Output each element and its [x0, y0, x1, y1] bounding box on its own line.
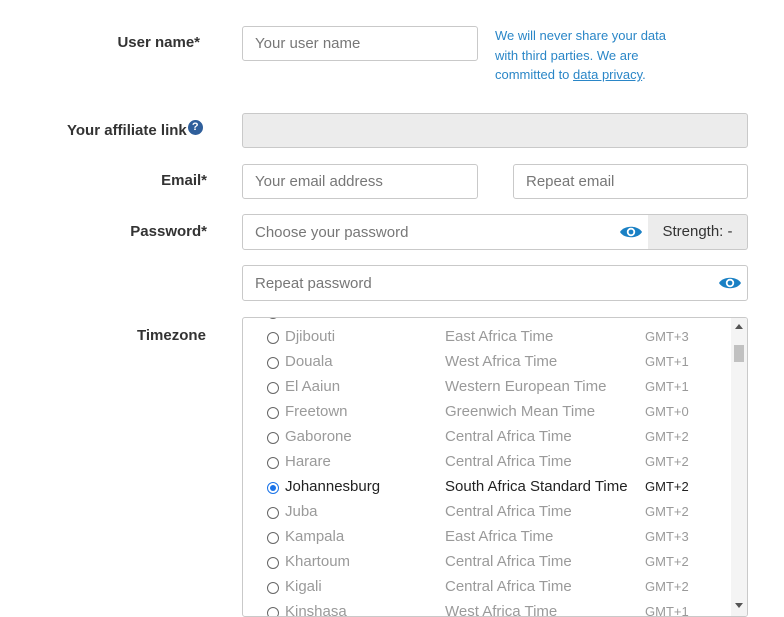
username-field-box	[242, 26, 478, 61]
radio-button[interactable]	[267, 407, 279, 419]
eye-icon[interactable]	[718, 274, 742, 292]
timezone-city: Kampala	[285, 528, 345, 545]
timezone-option-row[interactable]: Johannesburg South Africa Standard Time GM…	[243, 476, 731, 501]
affiliate-label: Your affiliate link	[67, 122, 187, 139]
timezone-option-row[interactable]: Djibouti East Africa Time GMT+3	[243, 326, 731, 351]
privacy-hint-end: .	[642, 67, 646, 82]
timezone-zone-name: South Africa Standard Time	[445, 478, 628, 495]
timezone-gmt-offset: GMT+1	[645, 604, 689, 617]
timezone-city: Johannesburg	[285, 478, 381, 495]
timezone-zone-name: East Africa Time	[445, 328, 554, 345]
password-label: Password*	[130, 223, 207, 240]
timezone-gmt-offset: GMT+1	[645, 379, 689, 394]
radio-button[interactable]	[267, 432, 279, 444]
timezone-gmt-offset: GMT+2	[645, 504, 689, 519]
timezone-city: Gaborone	[285, 428, 352, 445]
timezone-option-row[interactable]: Kinshasa West Africa Time GMT+1	[243, 601, 731, 617]
timezone-zone-name: Central Africa Time	[445, 578, 572, 595]
scroll-down-arrow-icon[interactable]	[735, 603, 743, 608]
password-input[interactable]	[243, 215, 648, 249]
password-field-box	[242, 214, 649, 250]
timezone-option-row[interactable]: Kampala East Africa Time GMT+3	[243, 526, 731, 551]
timezone-city: Khartoum	[285, 553, 351, 570]
email-field-box	[242, 164, 478, 199]
data-privacy-link[interactable]: data privacy	[573, 67, 642, 82]
timezone-option-row[interactable]: Kigali Central Africa Time GMT+2	[243, 576, 731, 601]
timezone-listbox[interactable]: Dar es Salaam East Africa Time Djibouti Eas…	[242, 317, 748, 617]
timezone-zone-name: West Africa Time	[445, 353, 558, 370]
username-input[interactable]	[243, 27, 477, 60]
timezone-city: Kigali	[285, 578, 322, 595]
timezone-city: El Aaiun	[285, 378, 341, 395]
timezone-gmt-offset: GMT+2	[645, 454, 689, 469]
password-strength: Strength: -	[648, 214, 748, 250]
privacy-hint: We will never share your data with third…	[495, 26, 685, 85]
timezone-gmt-offset: GMT+2	[645, 554, 689, 569]
radio-button[interactable]	[267, 557, 279, 569]
affiliate-label-wrap: Your affiliate link?	[67, 120, 203, 139]
timezone-zone-name: East Africa Time	[445, 318, 553, 320]
radio-button[interactable]	[267, 582, 279, 594]
timezone-option-row[interactable]: Freetown Greenwich Mean Time GMT+0	[243, 401, 731, 426]
scroll-up-arrow-icon[interactable]	[735, 324, 743, 329]
radio-button[interactable]	[267, 357, 279, 369]
email-label: Email*	[161, 172, 207, 189]
repeat-email-input[interactable]	[514, 165, 747, 198]
timezone-gmt-offset: GMT+2	[645, 429, 689, 444]
timezone-option-row[interactable]: Harare Central Africa Time GMT+2	[243, 451, 731, 476]
timezone-gmt-offset: GMT+2	[645, 579, 689, 594]
timezone-option-row[interactable]: Juba Central Africa Time GMT+2	[243, 501, 731, 526]
timezone-city: Juba	[285, 503, 318, 520]
timezone-zone-name: Central Africa Time	[445, 428, 572, 445]
timezone-zone-name: Central Africa Time	[445, 503, 572, 520]
timezone-zone-name: Greenwich Mean Time	[445, 403, 596, 420]
timezone-zone-name: East Africa Time	[445, 528, 554, 545]
repeat-password-field-box	[242, 265, 748, 301]
radio-button[interactable]	[267, 457, 279, 469]
radio-button[interactable]	[267, 607, 279, 616]
timezone-zone-name: Central Africa Time	[445, 553, 572, 570]
help-icon[interactable]: ?	[187, 120, 203, 135]
email-input[interactable]	[243, 165, 477, 198]
timezone-option-row[interactable]: Dar es Salaam East Africa Time	[243, 318, 731, 326]
timezone-city: Douala	[285, 353, 333, 370]
timezone-scrollbar[interactable]	[731, 318, 747, 616]
radio-button[interactable]	[267, 382, 279, 394]
timezone-gmt-offset: GMT+3	[645, 329, 689, 344]
radio-button[interactable]	[267, 507, 279, 519]
affiliate-link-input	[243, 114, 747, 147]
timezone-city: Freetown	[285, 403, 348, 420]
eye-icon[interactable]	[619, 223, 643, 241]
timezone-option-row[interactable]: Khartoum Central Africa Time GMT+2	[243, 551, 731, 576]
timezone-city: Djibouti	[285, 328, 336, 345]
timezone-city: Dar es Salaam	[285, 318, 384, 320]
timezone-gmt-offset: GMT+2	[645, 479, 689, 494]
timezone-zone-name: Central Africa Time	[445, 453, 572, 470]
username-label: User name*	[117, 34, 200, 51]
timezone-city: Kinshasa	[285, 603, 347, 617]
timezone-gmt-offset: GMT+3	[645, 529, 689, 544]
radio-button[interactable]	[267, 318, 279, 319]
repeat-email-field-box	[513, 164, 748, 199]
timezone-option-row[interactable]: El Aaiun Western European Time GMT+1	[243, 376, 731, 401]
timezone-gmt-offset: GMT+1	[645, 354, 689, 369]
repeat-password-input[interactable]	[243, 266, 747, 300]
timezone-option-row[interactable]: Douala West Africa Time GMT+1	[243, 351, 731, 376]
affiliate-field-box	[242, 113, 748, 148]
scroll-thumb[interactable]	[734, 345, 744, 362]
timezone-zone-name: Western European Time	[445, 378, 607, 395]
timezone-gmt-offset: GMT+0	[645, 404, 689, 419]
timezone-option-row[interactable]: Gaborone Central Africa Time GMT+2	[243, 426, 731, 451]
radio-button[interactable]	[267, 532, 279, 544]
timezone-zone-name: West Africa Time	[445, 603, 558, 617]
timezone-city: Harare	[285, 453, 331, 470]
timezone-label: Timezone	[137, 327, 206, 344]
radio-selected[interactable]	[267, 482, 279, 494]
timezone-list: Dar es Salaam East Africa Time Djibouti Eas…	[243, 318, 731, 617]
radio-button[interactable]	[267, 332, 279, 344]
